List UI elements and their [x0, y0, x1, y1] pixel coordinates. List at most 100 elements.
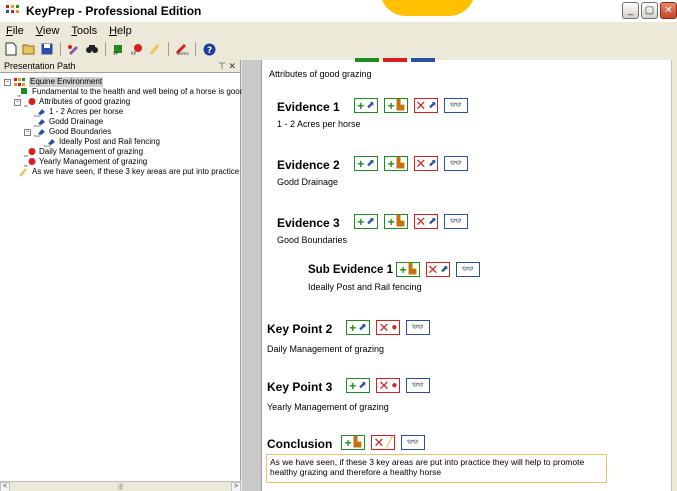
keypoint-icon: KP — [24, 147, 36, 158]
sub-evidence-1-text: Ideally Post and Rail fencing — [308, 282, 422, 292]
tree-item[interactable]: SP Fundamental to the health and well bei… — [0, 87, 244, 98]
evidence-1-buttons: + ⬈ + ▙ ✕ ⬈ 👓 — [354, 98, 468, 113]
save-icon[interactable] — [40, 42, 54, 56]
close-button[interactable]: ✕ — [660, 2, 677, 19]
evidence-2-text: Godd Drainage — [277, 177, 339, 187]
panel-title: Presentation Path — [4, 61, 76, 71]
document-view: Attributes of good grazing Evidence 1 + ⬈… — [261, 58, 671, 491]
pin-close-icon[interactable]: ⊤ ✕ — [218, 61, 236, 72]
evidence-icon: Evid — [44, 138, 56, 148]
tree-item-label: 1 - 2 Acres per horse — [49, 107, 124, 116]
open-folder-icon[interactable] — [22, 42, 36, 56]
tree-item[interactable]: − Equine Environment — [0, 77, 240, 87]
key-point-3-heading: Key Point 3 — [267, 380, 333, 394]
add-sub-evidence-button[interactable]: + ⬈ — [354, 156, 378, 171]
toolbar-separator — [105, 42, 106, 56]
tree-item-label: Attributes of good grazing — [39, 97, 131, 106]
scroll-left-icon[interactable]: < — [0, 481, 10, 491]
presentation-path-panel: Presentation Path ⊤ ✕ − Equine Environmen… — [0, 60, 244, 491]
scroll-thumb[interactable]: ||| — [111, 484, 131, 490]
find-button[interactable]: 👓 — [444, 98, 468, 113]
find-button[interactable]: 👓 — [456, 262, 480, 277]
tree-item-label: Ideally Post and Rail fencing — [59, 137, 160, 146]
conclusion-text[interactable]: As we have seen, if these 3 key areas ar… — [266, 454, 607, 483]
scroll-right-icon[interactable]: > — [231, 481, 241, 491]
new-document-icon[interactable] — [4, 42, 18, 56]
maximize-button[interactable]: ▢ — [641, 2, 658, 19]
tree-item[interactable]: KP Yearly Management of grazing — [0, 157, 240, 168]
add-chart-button[interactable]: + ▙ — [396, 262, 420, 277]
splitter[interactable] — [242, 60, 261, 491]
collapse-icon[interactable]: − — [14, 98, 21, 106]
top-banner — [380, 0, 475, 16]
menu-tools[interactable]: Tools — [71, 25, 97, 37]
tree-item[interactable]: Evid Ideally Post and Rail fencing — [0, 137, 240, 148]
svg-text:SP: SP — [113, 51, 119, 55]
find-button[interactable]: 👓 — [406, 378, 430, 393]
help-icon[interactable]: ? — [202, 42, 216, 56]
conclusion-heading: Conclusion — [267, 437, 333, 451]
tree-item-label: Daily Management of grazing — [39, 147, 144, 156]
key-point-2-heading: Key Point 2 — [267, 322, 333, 336]
tree-item[interactable]: − Evid Good Boundaries — [0, 127, 240, 138]
menu-view[interactable]: View — [36, 25, 60, 37]
delete-evidence-button[interactable]: ✕ ⬈ — [414, 98, 438, 113]
title-bar: KeyPrep - Professional Edition _ ▢ ✕ — [0, 0, 677, 22]
tree-item-label: Yearly Management of grazing — [39, 157, 148, 166]
intro-text: Attributes of good grazing — [269, 69, 372, 79]
evidence-icon: Evid — [34, 108, 46, 118]
add-chart-button[interactable]: + ▙ — [384, 156, 408, 171]
evidence-icon: Evid — [34, 128, 46, 138]
demo-icon[interactable]: Demo — [175, 42, 189, 56]
keypoint-icon: KP — [24, 97, 36, 108]
menu-help[interactable]: Help — [109, 25, 132, 37]
add-supporting-icon[interactable]: SP — [112, 42, 126, 56]
find-button[interactable]: 👓 — [444, 214, 468, 229]
minimize-button[interactable]: _ — [622, 2, 639, 19]
vertical-scrollbar[interactable] — [671, 60, 677, 491]
add-keypoint-icon[interactable]: KP — [130, 42, 144, 56]
tree-item[interactable]: Evid Godd Drainage — [0, 117, 240, 128]
find-icon[interactable] — [85, 42, 99, 56]
edit-icon[interactable] — [67, 42, 81, 56]
delete-key-point-button[interactable]: ✕ ● — [376, 320, 400, 335]
evidence-2-heading: Evidence 2 — [277, 158, 340, 172]
tree-item[interactable]: KP Daily Management of grazing — [0, 147, 240, 158]
sub-evidence-1-heading: Sub Evidence 1 — [308, 264, 394, 276]
menu-bar: File View Tools Help — [0, 22, 677, 40]
add-evidence-button[interactable]: + ⬈ — [346, 320, 370, 335]
svg-text:KP: KP — [131, 51, 137, 55]
app-icon — [6, 5, 19, 13]
menu-file[interactable]: File — [6, 25, 24, 37]
toolbar-separator — [60, 42, 61, 56]
presentation-icon — [14, 77, 26, 87]
find-button[interactable]: 👓 — [406, 320, 430, 335]
add-sub-evidence-button[interactable]: + ⬈ — [354, 214, 378, 229]
tree-item[interactable]: As we have seen, if these 3 key areas ar… — [0, 167, 244, 177]
find-button[interactable]: 👓 — [444, 156, 468, 171]
add-sub-evidence-button[interactable]: + ⬈ — [354, 98, 378, 113]
collapse-icon[interactable]: − — [24, 128, 31, 136]
add-chart-button[interactable]: + ▙ — [384, 98, 408, 113]
tree-item[interactable]: − KP Attributes of good grazing — [0, 97, 240, 108]
delete-conclusion-button[interactable]: ✕ ╱ — [371, 435, 395, 450]
evidence-3-text: Good Boundaries — [277, 235, 348, 245]
add-conclusion-icon[interactable] — [148, 42, 162, 56]
delete-sub-evidence-button[interactable]: ✕ ⬈ — [426, 262, 450, 277]
find-button[interactable]: 👓 — [401, 435, 425, 450]
sub-evidence-1-buttons: + ▙ ✕ ⬈ 👓 — [396, 262, 480, 277]
add-chart-button[interactable]: + ▙ — [341, 435, 365, 450]
add-chart-button[interactable]: + ▙ — [384, 214, 408, 229]
delete-evidence-button[interactable]: ✕ ⬈ — [414, 156, 438, 171]
tree-item-label: Fundamental to the health and well being… — [32, 87, 245, 96]
delete-evidence-button[interactable]: ✕ ⬈ — [414, 214, 438, 229]
collapse-icon[interactable]: − — [4, 78, 11, 86]
evidence-1-heading: Evidence 1 — [277, 100, 340, 114]
tree-item[interactable]: Evid 1 - 2 Acres per horse — [0, 107, 240, 118]
evidence-3-heading: Evidence 3 — [277, 216, 340, 230]
evidence-2-buttons: + ⬈ + ▙ ✕ ⬈ 👓 — [354, 156, 468, 171]
horizontal-scrollbar[interactable]: < ||| > — [0, 481, 241, 491]
add-evidence-button[interactable]: + ⬈ — [346, 378, 370, 393]
intro-icon: SP — [17, 87, 29, 98]
delete-key-point-button[interactable]: ✕ ● — [376, 378, 400, 393]
